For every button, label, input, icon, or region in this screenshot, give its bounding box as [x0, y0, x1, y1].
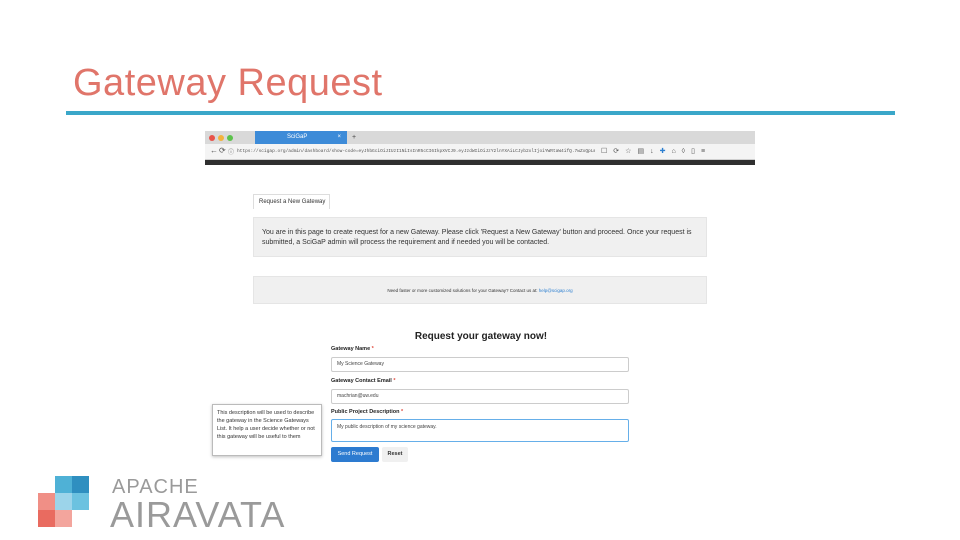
description-tooltip: This description will be used to describ…: [212, 404, 322, 456]
project-description-label-text: Public Project Description: [331, 409, 400, 415]
site-info-icon[interactable]: ⓘ: [228, 147, 234, 156]
form-heading-text: Request your gateway now!: [414, 331, 548, 342]
gateway-email-input[interactable]: machrian@uw.edu: [331, 389, 629, 404]
refresh-icon[interactable]: ⟳: [613, 148, 625, 155]
window-close-icon[interactable]: [209, 135, 215, 141]
support-message: Need faster or more customized solutions…: [253, 276, 707, 304]
window-minimize-icon[interactable]: [218, 135, 224, 141]
new-tab-icon[interactable]: +: [352, 131, 356, 144]
library-icon[interactable]: ▤: [637, 148, 650, 155]
sidebar-icon[interactable]: ▯: [691, 148, 701, 155]
support-email-link[interactable]: help@scigap.org: [539, 288, 573, 293]
form-heading: Request your gateway now!: [205, 331, 755, 342]
address-bar[interactable]: https://scigap.org/admin/dashboard/show-…: [237, 147, 595, 157]
home-icon[interactable]: ⌂: [671, 148, 681, 155]
reload-icon[interactable]: ⟳: [219, 146, 226, 155]
support-text: Need faster or more customized solutions…: [387, 288, 538, 293]
title-divider: [66, 111, 895, 115]
slide-title: Gateway Request: [73, 62, 383, 104]
star-icon[interactable]: ☆: [625, 148, 637, 155]
logo-airavata-text: AIRAVATA: [110, 494, 286, 535]
browser-tab[interactable]: SciGaP ×: [255, 131, 347, 144]
send-request-button[interactable]: Send Request: [331, 447, 379, 462]
gateway-name-label: Gateway Name *: [331, 346, 374, 352]
gateway-name-input[interactable]: My Science Gateway: [331, 357, 629, 372]
reader-icon[interactable]: ☐: [601, 148, 613, 155]
browser-toolbar: ← ⟳ ⓘ https://scigap.org/admin/dashboard…: [205, 144, 755, 160]
back-icon[interactable]: ←: [210, 146, 218, 155]
info-message: You are in this page to create request f…: [253, 217, 707, 257]
menu-icon[interactable]: ≡: [701, 148, 711, 155]
browser-tab-title: SciGaP: [287, 134, 308, 140]
extension-icon[interactable]: ✚: [660, 148, 672, 155]
project-description-label: Public Project Description *: [331, 409, 403, 415]
toolbar-icons: ☐⟳☆▤↓✚⌂◊▯≡: [601, 147, 711, 155]
required-mark: *: [371, 346, 374, 352]
download-icon[interactable]: ↓: [650, 148, 660, 155]
required-mark: *: [393, 378, 396, 384]
required-mark: *: [401, 409, 404, 415]
tab-request-new-gateway[interactable]: Request a New Gateway: [253, 194, 330, 209]
gateway-email-label-text: Gateway Contact Email: [331, 378, 392, 384]
browser-tab-bar: SciGaP × +: [205, 131, 755, 144]
airavata-logo-icon: [38, 476, 89, 527]
gateway-email-label: Gateway Contact Email *: [331, 378, 396, 384]
project-description-textarea[interactable]: My public description of my science gate…: [331, 419, 629, 442]
window-maximize-icon[interactable]: [227, 135, 233, 141]
tab-close-icon[interactable]: ×: [337, 131, 341, 144]
gateway-name-label-text: Gateway Name: [331, 346, 371, 352]
pocket-icon[interactable]: ◊: [682, 148, 691, 155]
reset-button[interactable]: Reset: [382, 447, 408, 462]
page-header-bar: [205, 160, 755, 165]
